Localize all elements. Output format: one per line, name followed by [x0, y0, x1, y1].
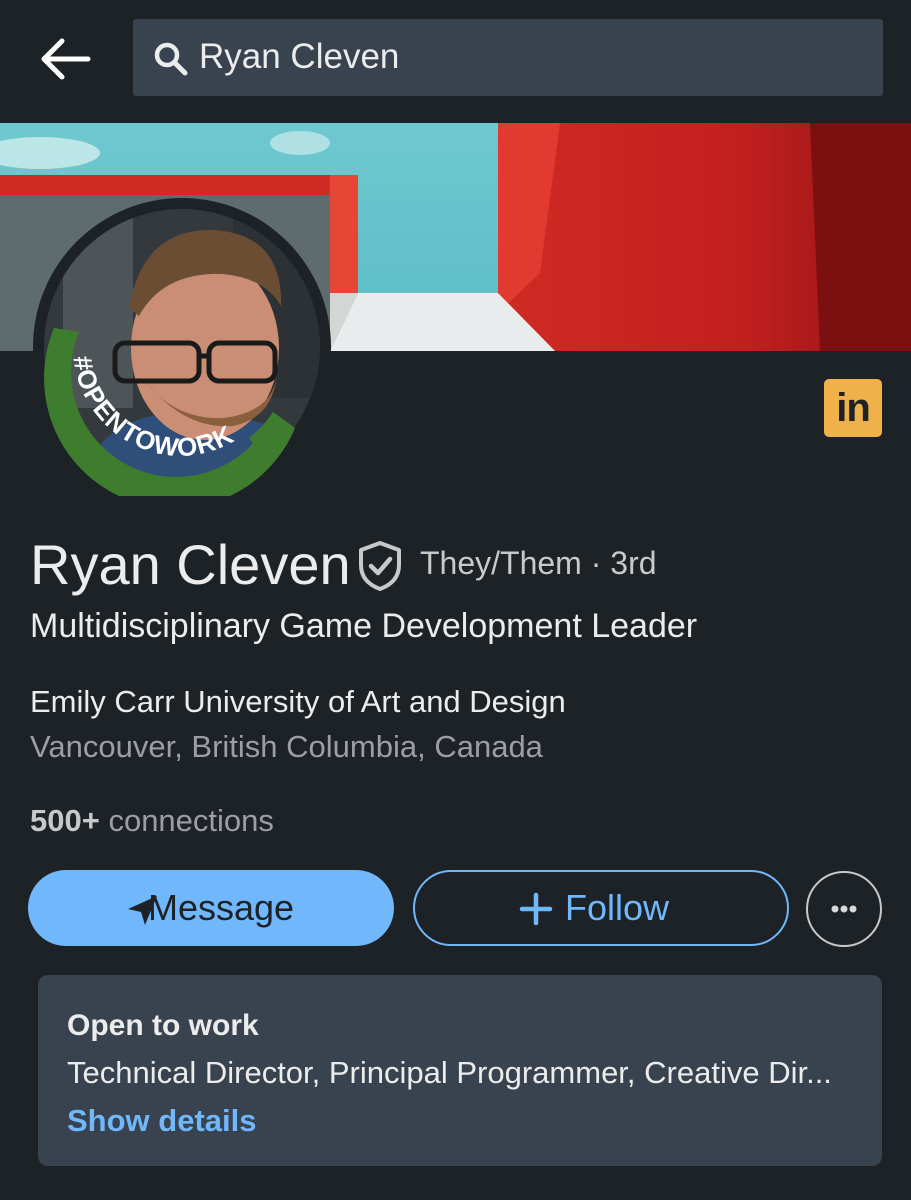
connection-degree: 3rd — [610, 545, 657, 581]
arrow-left-icon — [41, 38, 91, 80]
back-button[interactable] — [36, 34, 94, 84]
separator: · — [590, 545, 602, 581]
message-button-label: Message — [148, 887, 295, 928]
linkedin-logo: in — [824, 379, 882, 437]
shield-check-icon[interactable] — [356, 540, 404, 592]
message-button[interactable]: Message — [28, 870, 394, 946]
open-to-work-title: Open to work — [67, 1009, 259, 1042]
open-to-work-roles: Technical Director, Principal Programmer… — [67, 1055, 832, 1090]
profile-name: Ryan Cleven — [30, 533, 351, 596]
avatar[interactable]: #OPENTOWORK — [33, 198, 331, 509]
profile-headline: Multidisciplinary Game Development Leade… — [30, 607, 698, 645]
search-bar[interactable]: Ryan Cleven — [133, 19, 883, 96]
follow-button-label: Follow — [565, 887, 670, 928]
show-details-link[interactable]: Show details — [67, 1102, 256, 1140]
plus-icon — [519, 892, 553, 926]
connections-number: 500+ — [30, 803, 100, 838]
profile-school[interactable]: Emily Carr University of Art and Design — [30, 683, 566, 721]
search-query[interactable]: Ryan Cleven — [199, 37, 399, 77]
search-icon — [154, 42, 188, 76]
profile-location: Vancouver, British Columbia, Canada — [30, 729, 543, 764]
open-to-work-card: Open to work Technical Director, Princip… — [38, 975, 882, 1166]
pronouns-degree: They/Them · 3rd — [420, 544, 657, 582]
more-dots-icon — [831, 905, 857, 913]
top-bar: Ryan Cleven — [0, 0, 911, 123]
follow-button[interactable]: Follow — [413, 870, 789, 946]
pronouns: They/Them — [420, 545, 582, 581]
connections-label: connections — [108, 803, 274, 838]
connections-count[interactable]: 500+ connections — [30, 802, 274, 840]
more-button[interactable] — [806, 871, 882, 947]
linkedin-logo-text: in — [836, 386, 871, 430]
